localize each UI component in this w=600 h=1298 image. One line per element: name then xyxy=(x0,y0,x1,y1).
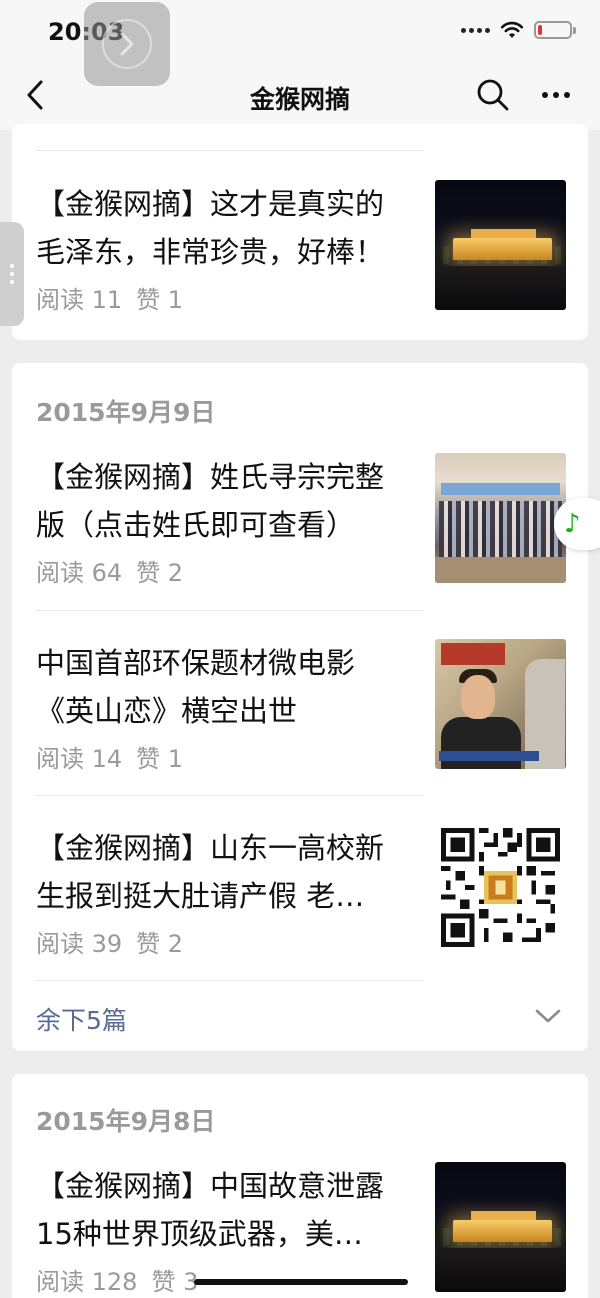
article-card: 【金猴网摘】这才是真实的毛泽东，非常珍贵，好棒！ 阅读 11 赞 1 xyxy=(12,124,588,340)
more-dots-icon xyxy=(542,92,548,98)
remaining-articles-link[interactable]: 余下5篇 xyxy=(36,1001,127,1037)
article-stats: 阅读 128 赞 3 xyxy=(36,1262,198,1297)
divider xyxy=(36,795,424,796)
article-thumbnail[interactable] xyxy=(435,824,566,954)
divider xyxy=(36,980,424,981)
read-count: 阅读 128 xyxy=(36,1268,138,1296)
article-card: 2015年9月9日 【金猴网摘】姓氏寻宗完整版（点击姓氏即可查看） 阅读 64 赞… xyxy=(12,363,588,1051)
article-card: 2015年9月8日 【金猴网摘】中国故意泄露15种世界顶级武器，美… 阅读 12… xyxy=(12,1074,588,1298)
article-thumbnail[interactable] xyxy=(435,180,566,310)
back-button[interactable] xyxy=(20,78,50,112)
signal-icon xyxy=(461,27,490,33)
status-icons xyxy=(461,20,576,40)
article-title[interactable]: 【金猴网摘】中国故意泄露15种世界顶级武器，美… xyxy=(36,1162,408,1258)
divider xyxy=(36,150,424,151)
qr-code-image xyxy=(441,828,560,947)
read-count: 阅读 14 xyxy=(36,745,123,773)
expand-remaining-row[interactable]: 余下5篇 xyxy=(36,997,566,1037)
more-button[interactable] xyxy=(538,80,574,110)
like-count: 赞 2 xyxy=(136,930,184,958)
chevron-right-icon xyxy=(120,32,134,56)
article-stats: 阅读 39 赞 2 xyxy=(36,924,183,959)
battery-icon xyxy=(534,21,576,39)
chevron-down-icon[interactable] xyxy=(534,1007,562,1025)
article-stats: 阅读 11 赞 1 xyxy=(36,280,183,315)
chevron-left-icon xyxy=(27,80,43,110)
page-title: 金猴网摘 xyxy=(249,85,350,114)
article-item[interactable]: 【金猴网摘】山东一高校新生报到挺大肚请产假 老… 阅读 39 赞 2 xyxy=(36,824,566,974)
music-button[interactable]: ♪ xyxy=(554,498,600,550)
article-thumbnail[interactable] xyxy=(435,1162,566,1292)
article-title[interactable]: 【金猴网摘】姓氏寻宗完整版（点击姓氏即可查看） xyxy=(36,453,408,549)
article-item[interactable]: 中国首部环保题材微电影《英山恋》横空出世 阅读 14 赞 1 xyxy=(36,639,566,789)
like-count: 赞 1 xyxy=(136,286,184,314)
article-title[interactable]: 【金猴网摘】山东一高校新生报到挺大肚请产假 老… xyxy=(36,824,408,920)
wifi-icon xyxy=(500,21,524,38)
home-indicator[interactable] xyxy=(194,1279,408,1285)
side-drawer-handle[interactable] xyxy=(0,222,24,326)
publish-date: 2015年9月9日 xyxy=(36,398,216,427)
floating-forward-button[interactable] xyxy=(84,2,170,86)
article-thumbnail[interactable] xyxy=(435,639,566,769)
battery-level xyxy=(538,25,542,35)
article-thumbnail[interactable] xyxy=(435,453,566,583)
article-stats: 阅读 14 赞 1 xyxy=(36,739,183,774)
music-note-icon: ♪ xyxy=(564,509,581,539)
article-title[interactable]: 中国首部环保题材微电影《英山恋》横空出世 xyxy=(36,639,408,735)
article-item[interactable]: 【金猴网摘】中国故意泄露15种世界顶级武器，美… 阅读 128 赞 3 xyxy=(36,1162,566,1298)
like-count: 赞 2 xyxy=(136,559,184,587)
article-title[interactable]: 【金猴网摘】这才是真实的毛泽东，非常珍贵，好棒！ xyxy=(36,180,408,276)
read-count: 阅读 39 xyxy=(36,930,123,958)
like-count: 赞 3 xyxy=(151,1268,199,1296)
search-icon xyxy=(477,79,509,111)
search-button[interactable] xyxy=(476,78,510,112)
article-item[interactable]: 【金猴网摘】姓氏寻宗完整版（点击姓氏即可查看） 阅读 64 赞 2 xyxy=(36,453,566,603)
article-stats: 阅读 64 赞 2 xyxy=(36,553,183,588)
divider xyxy=(36,610,424,611)
article-item[interactable]: 【金猴网摘】这才是真实的毛泽东，非常珍贵，好棒！ 阅读 11 赞 1 xyxy=(36,180,566,330)
publish-date: 2015年9月8日 xyxy=(36,1107,216,1136)
like-count: 赞 1 xyxy=(136,745,184,773)
read-count: 阅读 64 xyxy=(36,559,123,587)
read-count: 阅读 11 xyxy=(36,286,123,314)
